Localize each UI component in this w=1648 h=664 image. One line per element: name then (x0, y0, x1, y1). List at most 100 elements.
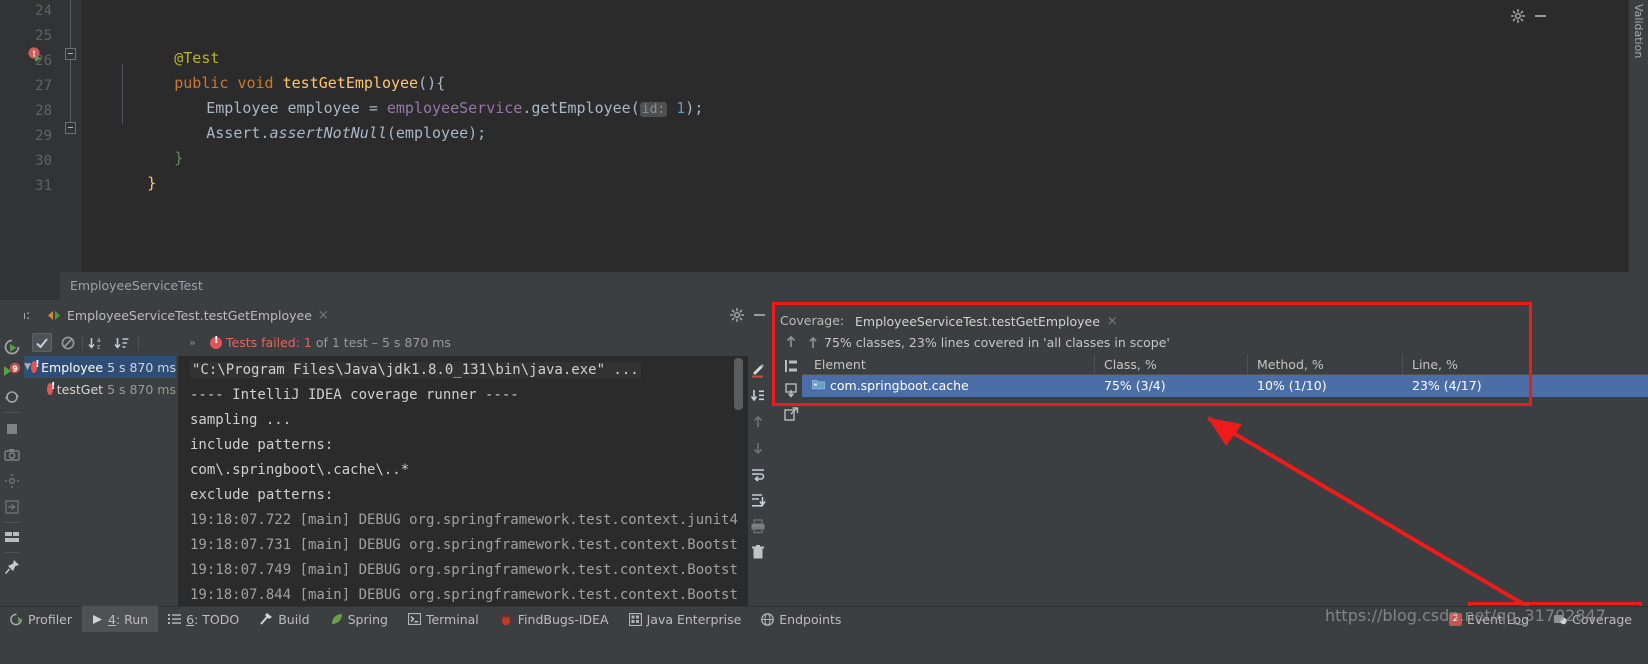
test-settings-icon[interactable] (3, 472, 21, 490)
run-tab-active[interactable]: EmployeeServiceTest.testGetEmployee × (44, 304, 333, 326)
minimize-button[interactable] (754, 314, 765, 316)
column-divider[interactable] (1094, 354, 1095, 375)
status-item-spring[interactable]: Spring (320, 606, 398, 632)
up-arrow-icon[interactable] (783, 334, 799, 350)
status-bar-tool-buttons: Profiler 4: Run 6: TODO Build Spring Ter… (0, 606, 851, 632)
rerun-failed-tests-icon[interactable]: 9 (3, 362, 21, 380)
coverage-summary-text: 75% classes, 23% lines covered in 'all c… (824, 335, 1170, 350)
column-header-class[interactable]: Class, % (1104, 357, 1157, 372)
breadcrumb[interactable]: EmployeeServiceTest (70, 278, 203, 293)
endpoints-icon (761, 612, 775, 626)
close-icon[interactable]: × (318, 308, 329, 323)
flatten-packages-icon[interactable] (783, 358, 799, 374)
arrow-down-icon[interactable] (750, 440, 766, 456)
close-icon[interactable]: × (1107, 314, 1118, 329)
coverage-summary-bar: 75% classes, 23% lines covered in 'all c… (802, 332, 1648, 354)
line-number: 28 (35, 103, 52, 119)
column-header-line[interactable]: Line, % (1412, 357, 1458, 372)
status-item-run[interactable]: 4: Run (82, 606, 159, 632)
sort-by-duration-button[interactable] (112, 333, 132, 352)
status-item-endpoints[interactable]: Endpoints (751, 606, 851, 632)
rerun-icon[interactable] (3, 338, 21, 356)
soft-wrap-icon[interactable] (750, 466, 766, 482)
editor-fold-column[interactable] (60, 0, 82, 272)
status-item-build[interactable]: Build (249, 606, 319, 632)
error-icon (210, 335, 222, 349)
code-text-area[interactable]: @Test public void testGetEmployee(){ Emp… (82, 0, 1648, 272)
test-state-icon (48, 310, 60, 320)
stop-icon[interactable] (3, 420, 21, 438)
status-item-java-enterprise[interactable]: Java Enterprise (619, 606, 752, 632)
todo-list-icon (168, 614, 182, 624)
tool-tab-validation[interactable]: Validation (1628, 0, 1648, 272)
gear-icon[interactable] (730, 308, 744, 322)
tests-status: Tests failed: 1 of 1 test – 5 s 870 ms (210, 335, 451, 350)
import-tests-icon[interactable] (3, 498, 21, 516)
closing-brace-outer: } (147, 174, 157, 192)
hide-ignored-toggle[interactable] (58, 333, 78, 352)
scroll-to-end-icon[interactable] (750, 388, 766, 404)
cell-method-pct: 10% (1/10) (1257, 378, 1327, 393)
console-line: exclude patterns: (190, 487, 334, 503)
test-tree-row-employee[interactable]: ▼ Employee 5 s 870 ms (24, 356, 176, 378)
terminal-icon (407, 613, 421, 625)
ide-window: 24 25 26 27 28 29 30 31 ! @Test public v… (0, 0, 1648, 664)
gear-icon[interactable] (1511, 9, 1525, 23)
print-icon[interactable] (750, 518, 766, 534)
column-header-element[interactable]: Element (814, 357, 866, 372)
line-number: 25 (35, 28, 52, 44)
sort-alphabetically-button[interactable]: a z (86, 333, 106, 352)
column-divider[interactable] (1402, 354, 1403, 375)
navigate-up-icon[interactable] (806, 335, 820, 351)
editor-gutter[interactable]: 24 25 26 27 28 29 30 31 (0, 0, 60, 272)
arrow-up-icon[interactable] (750, 414, 766, 430)
coverage-tab-active[interactable]: EmployeeServiceTest.testGetEmployee × (852, 310, 1121, 334)
layout-icon[interactable] (3, 528, 21, 546)
console-line: 19:18:07.722 [main] DEBUG org.springfram… (190, 512, 738, 528)
column-header-method[interactable]: Method, % (1257, 357, 1324, 372)
console-command-line: "C:\Program Files\Java\jdk1.8.0_131\bin\… (190, 362, 641, 378)
rail-separator (4, 412, 20, 413)
fold-region-method[interactable] (65, 48, 76, 60)
test-results-tree[interactable]: ▼ Employee 5 s 870 ms testGet 5 s 870 ms (24, 356, 176, 586)
code-editor[interactable]: 24 25 26 27 28 29 30 31 ! @Test public v… (0, 0, 1648, 272)
status-item-coverage[interactable]: Coverage (1543, 606, 1642, 632)
status-item-label: 6: TODO (186, 612, 239, 627)
tests-failed-prefix: Tests failed: (226, 335, 304, 350)
scroll-to-bottom-icon[interactable] (750, 492, 766, 508)
status-item-todo[interactable]: 6: TODO (158, 606, 249, 632)
status-item-profiler[interactable]: Profiler (0, 606, 82, 632)
coverage-tab-title: EmployeeServiceTest.testGetEmployee (855, 313, 1100, 329)
test-tree-row-testget[interactable]: testGet 5 s 870 ms (24, 378, 176, 400)
column-divider[interactable] (1247, 354, 1248, 375)
highlight-pen-icon[interactable] (750, 362, 766, 378)
console-line: "C:\Program Files\Java\jdk1.8.0_131\bin\… (190, 358, 641, 383)
svg-text:z: z (97, 343, 100, 350)
status-item-terminal[interactable]: Terminal (398, 606, 489, 632)
run-left-toolbar: 9 (0, 300, 24, 606)
java-enterprise-icon (628, 612, 642, 626)
trash-icon[interactable] (750, 544, 766, 560)
toggle-auto-test-icon[interactable] (3, 388, 21, 406)
console-toolbar (748, 356, 768, 606)
pin-icon[interactable] (3, 558, 21, 576)
show-passed-toggle[interactable] (32, 333, 52, 352)
generate-report-icon[interactable] (783, 382, 799, 398)
status-item-label: Profiler (28, 611, 73, 627)
status-item-findbugs[interactable]: FindBugs-IDEA (489, 606, 619, 632)
status-item-event-log[interactable]: 2 Event Log (1439, 606, 1539, 632)
minimize-button[interactable] (1535, 15, 1546, 17)
console-scrollbar-thumb[interactable] (734, 358, 743, 410)
coverage-table-header: Element Class, % Method, % Line, % (802, 354, 1648, 375)
fold-region-end[interactable] (65, 122, 76, 134)
export-snapshot-icon[interactable] (3, 446, 21, 464)
table-row[interactable]: com.springboot.cache 75% (3/4) 10% (1/10… (802, 375, 1648, 397)
chevron-down-icon[interactable]: ▼ (24, 362, 31, 372)
run-tool-window: Run: EmployeeServiceTest.testGetEmployee… (0, 300, 768, 606)
run-test-gutter-icon[interactable]: ! (28, 47, 44, 63)
coverage-table[interactable]: Element Class, % Method, % Line, % com.s… (802, 354, 1648, 606)
open-in-browser-icon[interactable] (783, 406, 799, 422)
console-output[interactable]: "C:\Program Files\Java\jdk1.8.0_131\bin\… (178, 356, 748, 606)
run-toolbar: a z » ! Tests failed: 1 of 1 test – 5 s … (24, 330, 768, 355)
expand-toolbar-icon[interactable]: » (189, 336, 196, 349)
